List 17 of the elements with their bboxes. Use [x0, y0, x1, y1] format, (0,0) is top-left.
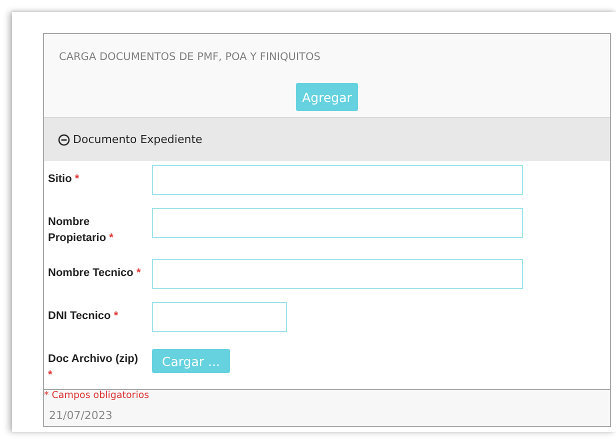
field-label: Sitio * — [48, 172, 80, 187]
date-text: 21/07/2023 — [48, 409, 114, 422]
section-title: Documento Expediente — [73, 133, 202, 146]
collapse-icon[interactable] — [58, 134, 70, 146]
section-header[interactable]: Documento Expediente — [44, 117, 610, 161]
add-button[interactable]: Agregar — [296, 83, 358, 111]
input-field[interactable] — [152, 208, 523, 238]
field-label: Doc Archivo (zip) * — [48, 352, 140, 383]
field-label: Nombre Tecnico * — [48, 266, 142, 281]
upload-button[interactable]: Cargar ... — [152, 349, 230, 373]
required-note: * Campos obligatorios — [44, 390, 150, 401]
input-field[interactable] — [152, 259, 523, 289]
panel-title: CARGA DOCUMENTOS DE PMF, POA Y FINIQUITOS — [58, 51, 322, 63]
field-label: Nombre Propietario * — [48, 215, 114, 246]
field-label: DNI Tecnico * — [48, 309, 120, 324]
input-field[interactable] — [152, 165, 523, 195]
input-field[interactable] — [152, 302, 287, 332]
